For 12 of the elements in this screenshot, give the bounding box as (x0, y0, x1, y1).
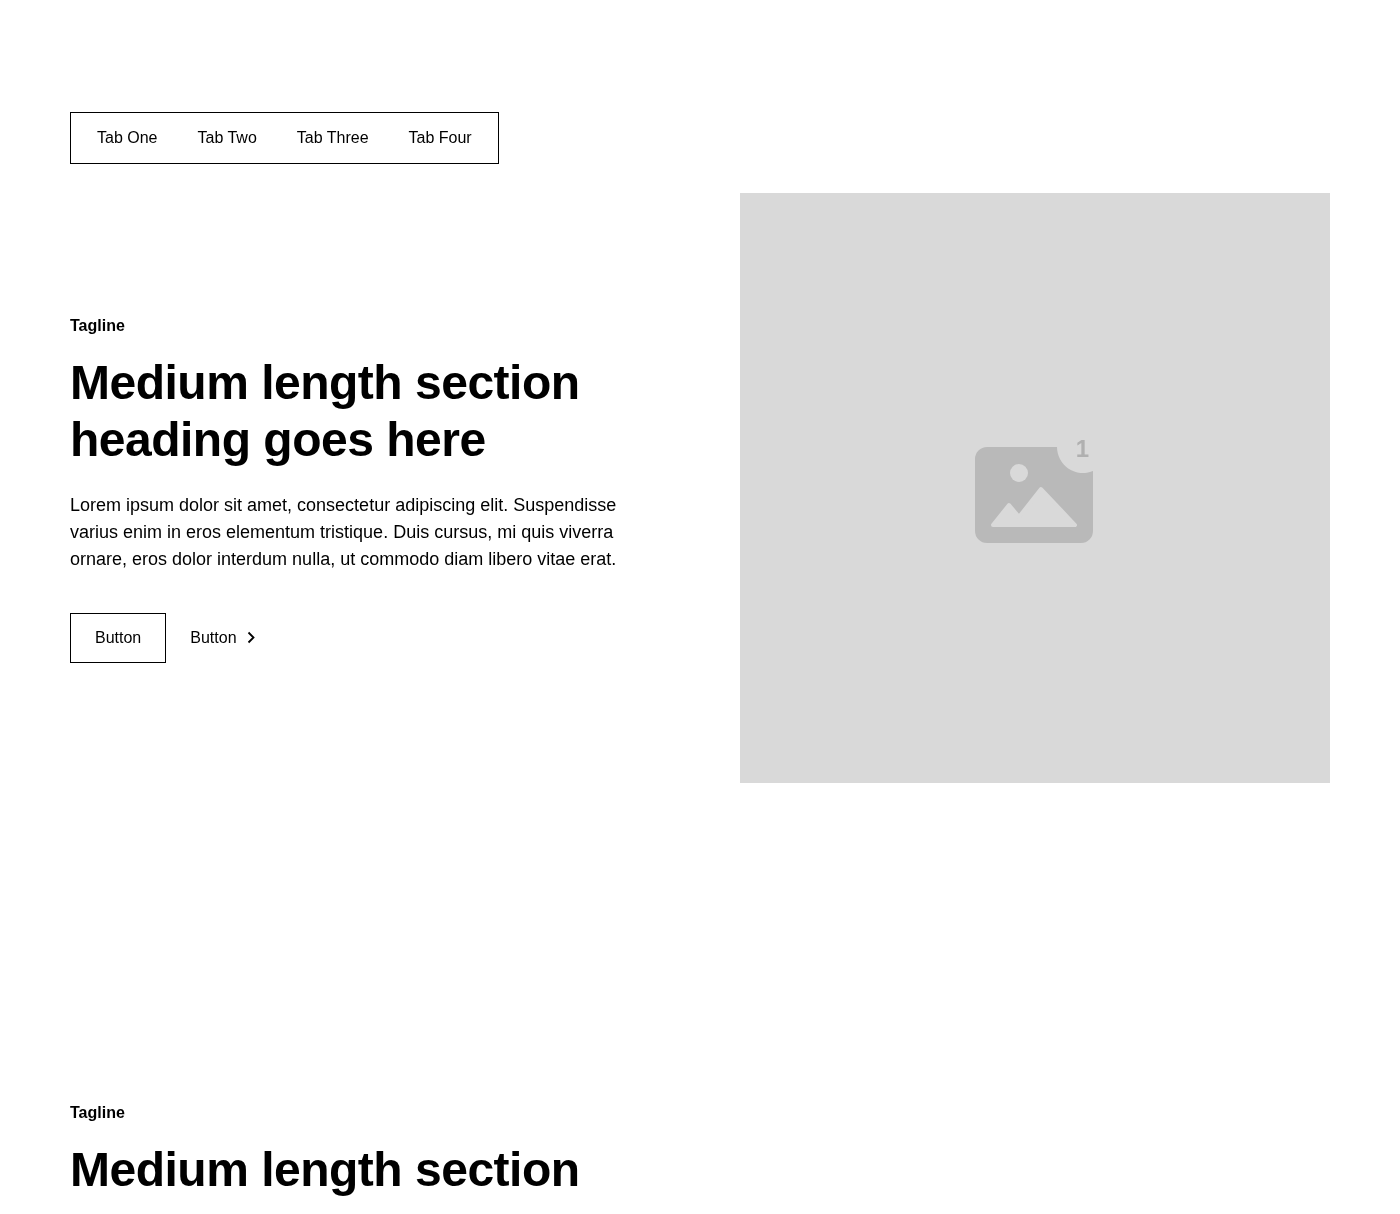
tab[interactable]: Tab One (77, 118, 178, 158)
section-heading: Medium length section (70, 1142, 581, 1198)
tagline: Tagline (70, 1103, 126, 1123)
outline-button[interactable]: Button (70, 612, 167, 663)
tab[interactable]: Tab Four (388, 118, 492, 158)
tab[interactable]: Tab Three (276, 118, 389, 158)
tab[interactable]: Tab Two (177, 118, 277, 158)
body-text: Lorem ipsum dolor sit amet, consectetur adipiscing elit. Suspendisse varius enim in eros elementum tristique. Duis cursus, mi quis viverra ornare, eros dolor interdum nulla, ut commodo diam libero vitae erat. (70, 493, 618, 571)
section-heading: Medium length section heading goes here (70, 354, 581, 468)
link-button[interactable]: Button (190, 612, 255, 663)
tagline: Tagline (70, 315, 126, 336)
chevron-right-icon (246, 631, 255, 644)
